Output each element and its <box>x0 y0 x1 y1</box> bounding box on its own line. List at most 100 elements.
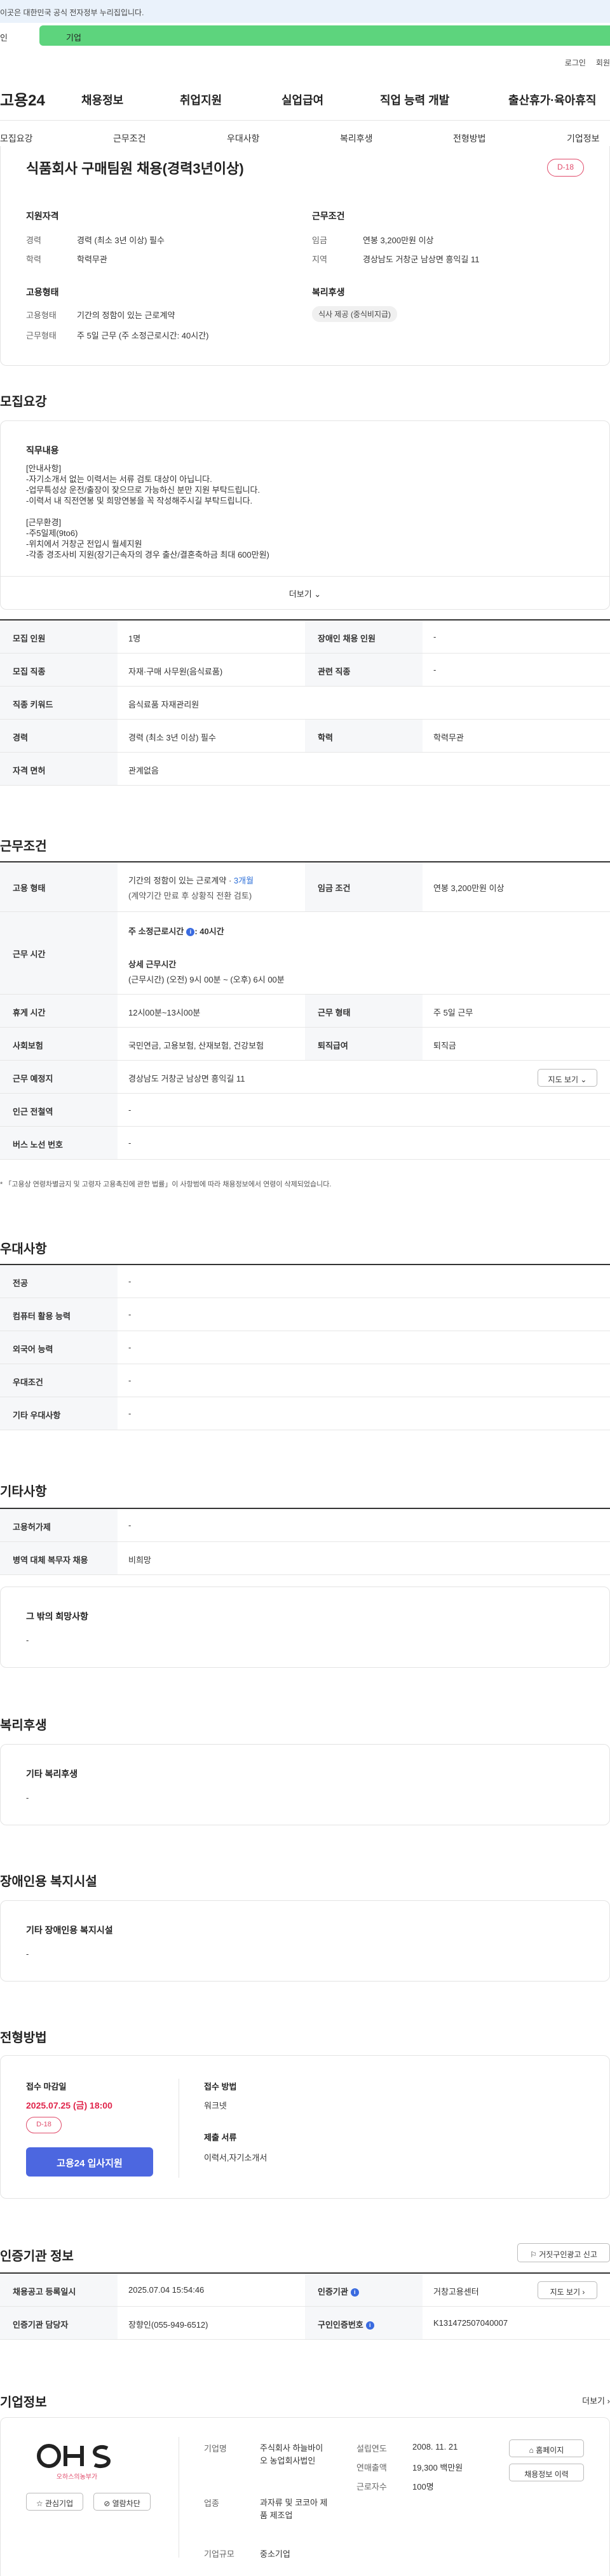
duty-title: 직무내용 <box>26 445 59 455</box>
table-value: 퇴직금 <box>433 1041 456 1050</box>
homepage-button[interactable]: ⌂ 홈페이지 <box>509 2439 584 2457</box>
qual-value: 경력 (최소 3년 이상) 필수 <box>77 236 165 245</box>
section-welfare-title: 복리후생 <box>0 1719 47 1733</box>
process-card: 접수 마감일 2025.07.25 (금) 18:00 D-18 고용24 입사… <box>0 2055 610 2199</box>
etc-hope-title: 그 밖의 희망사항 <box>26 1611 88 1621</box>
docs-label: 제출 서류 <box>204 2133 237 2142</box>
welfare-card: 기타 복리후생 - <box>0 1744 610 1825</box>
login-type-label: 인 <box>0 33 8 43</box>
table-value: 비희망 <box>128 1555 151 1565</box>
company-key: 기업규모 <box>204 2549 234 2559</box>
table-key: 임금 조건 <box>318 883 351 893</box>
table-value: - <box>433 632 437 641</box>
info-icon[interactable]: i <box>350 2288 359 2297</box>
cond-value: 경상남도 거창군 남상면 흥익길 11 <box>363 255 480 264</box>
block-label: 열람차단 <box>112 2499 140 2508</box>
table-key: 인증기관 담당자 <box>13 2320 69 2330</box>
qual-title: 지원자격 <box>26 211 59 221</box>
cond-title: 근무조건 <box>312 211 345 221</box>
nav-employment-support[interactable]: 취업지원 <box>180 91 222 108</box>
table-value: - <box>128 1105 132 1115</box>
nav-training[interactable]: 직업 능력 개발 <box>380 91 449 108</box>
block-company-button[interactable]: ⊘ 열람차단 <box>93 2493 151 2511</box>
favorite-company-button[interactable]: ☆ 관심기업 <box>26 2493 83 2511</box>
tab-work[interactable]: 근무조건 <box>113 132 146 145</box>
table-value: - <box>128 1277 132 1286</box>
apply-button[interactable]: 고용24 입사지원 <box>26 2147 153 2177</box>
star-icon: ☆ <box>36 2499 43 2508</box>
company-value: 100명 <box>412 2482 434 2492</box>
table-value: - <box>433 665 437 674</box>
job-history-button[interactable]: 채용정보 이력 <box>509 2464 584 2481</box>
homepage-label: 홈페이지 <box>536 2446 564 2455</box>
emp-value: 주 5일 근무 (주 소정근로시간: 40시간) <box>77 331 209 340</box>
disability-box-title: 기타 장애인용 복지시설 <box>26 1925 113 1935</box>
qual-key: 학력 <box>26 255 41 264</box>
company-value: 2008. 11. 21 <box>412 2442 458 2452</box>
section-company-title: 기업정보 <box>0 2396 47 2410</box>
cert-map-button[interactable]: 지도 보기 › <box>538 2281 597 2299</box>
table-value: 거창고용센터 <box>433 2287 479 2297</box>
table-value: 음식료품 자재관리원 <box>128 700 200 709</box>
duty-more-button[interactable]: 더보기 ⌄ <box>1 587 609 600</box>
method-label: 접수 방법 <box>204 2082 237 2091</box>
nav-jobs[interactable]: 채용정보 <box>81 91 123 108</box>
duty-text: [안내사항] -자기소개서 없는 이력서는 서류 검토 대상이 아닙니다. -업… <box>26 464 269 560</box>
map-button-label: 지도 보기 <box>550 2288 581 2297</box>
company-value: 19,300 백만원 <box>412 2463 463 2472</box>
report-button-label: 거짓구인광고 신고 <box>539 2250 597 2259</box>
disability-card: 기타 장애인용 복지시설 - <box>0 1900 610 1982</box>
company-logo: 오하스의농부가 <box>26 2442 128 2483</box>
hours-value: : 40시간 <box>194 927 224 936</box>
table-value: - <box>128 1376 132 1385</box>
table-value: - <box>128 1310 132 1319</box>
table-key: 컴퓨터 활용 능력 <box>13 1311 71 1321</box>
join-link[interactable]: 회원 <box>596 58 610 67</box>
tab-recruit[interactable]: 모집요강 <box>0 132 33 145</box>
login-link[interactable]: 로그인 <box>565 58 586 67</box>
table-key: 경력 <box>13 733 28 742</box>
duty-card: 직무내용 [안내사항] -자기소개서 없는 이력서는 서류 검토 대상이 아닙니… <box>0 420 610 610</box>
table-key: 외국어 능력 <box>13 1345 53 1354</box>
company-more-link[interactable]: 더보기 › <box>582 2394 610 2406</box>
table-value: (계약기간 만료 후 상황직 전환 검토) <box>128 891 252 901</box>
disability-box-value: - <box>26 1949 29 1959</box>
company-value: 주식회사 하늘바이오 농업회사법인 <box>260 2443 323 2465</box>
qual-value: 학력무관 <box>77 255 107 264</box>
welfare-chip: 식사 제공 (중식비지급) <box>312 306 398 322</box>
table-value: 상세 근무시간 <box>128 960 177 969</box>
map-button[interactable]: 지도 보기 ⌄ <box>538 1069 597 1087</box>
table-key: 근무 예정지 <box>13 1074 53 1083</box>
business-login-tab[interactable]: 기업 <box>39 25 610 46</box>
report-icon: ⚐ <box>530 2250 537 2259</box>
table-key: 휴게 시간 <box>13 1008 46 1017</box>
table-key: 모집 직종 <box>13 667 46 676</box>
table-value: 국민연금, 고용보험, 산재보험, 건강보험 <box>128 1041 264 1050</box>
job-history-label: 채용정보 이력 <box>524 2470 569 2479</box>
emp-type-text: 기간의 정함이 있는 근로계약 · <box>128 876 234 885</box>
job-title: 식품회사 구매팀원 채용(경력3년이상) <box>26 161 244 177</box>
table-value: 연봉 3,200만원 이상 <box>433 883 505 893</box>
table-key: 근무 시간 <box>13 949 46 959</box>
table-key: 전공 <box>13 1278 28 1288</box>
table-key: 학력 <box>318 733 333 742</box>
tab-process[interactable]: 전형방법 <box>453 132 486 145</box>
table-key: 구인인증번호 i <box>318 2318 374 2330</box>
table-key: 퇴직급여 <box>318 1041 348 1050</box>
report-button[interactable]: ⚐ 거짓구인광고 신고 <box>517 2243 610 2262</box>
info-icon[interactable]: i <box>186 928 195 937</box>
nav-parental-leave[interactable]: 출산휴가·육아휴직 <box>508 91 596 108</box>
nav-unemployment[interactable]: 실업급여 <box>281 91 323 108</box>
info-icon[interactable]: i <box>365 2321 374 2330</box>
section-process-title: 전형방법 <box>0 2031 47 2045</box>
site-logo[interactable]: 고용24 <box>0 88 45 110</box>
tab-company[interactable]: 기업정보 <box>567 132 600 145</box>
section-cert-title: 인증기관 정보 <box>0 2250 74 2264</box>
tab-welfare[interactable]: 복리후생 <box>340 132 373 145</box>
table-key: 병역 대체 복무자 채용 <box>13 1555 88 1565</box>
dday-badge: D-18 <box>547 159 584 177</box>
welfare-box-title: 기타 복리후생 <box>26 1769 78 1779</box>
tab-preference[interactable]: 우대사항 <box>227 132 260 145</box>
company-key: 근로자수 <box>356 2482 387 2492</box>
emp-key: 고용형태 <box>26 311 57 320</box>
